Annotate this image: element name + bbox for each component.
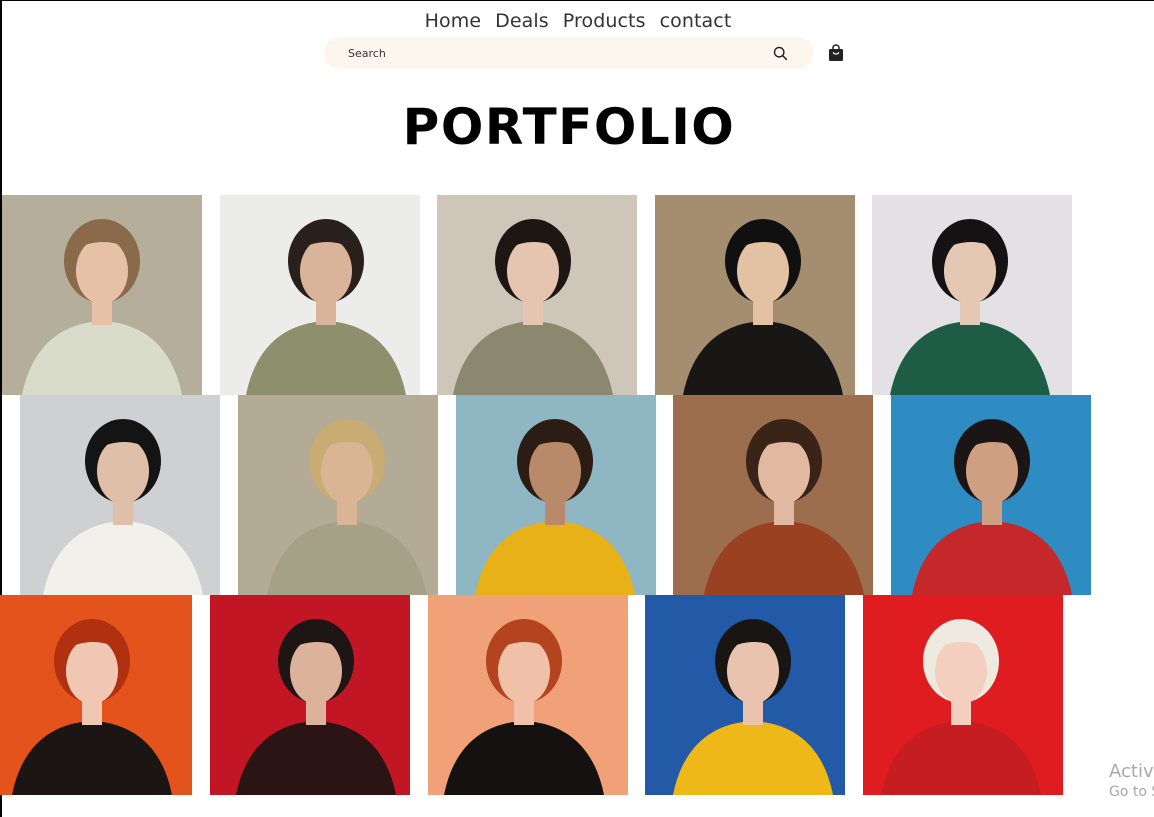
photo-face — [737, 238, 789, 304]
photo-face — [66, 638, 118, 704]
nav-products-link[interactable]: Products — [563, 10, 646, 32]
photo-face — [300, 238, 352, 304]
photo-face — [97, 438, 149, 504]
portfolio-photo[interactable] — [456, 395, 656, 595]
photo-face — [507, 238, 559, 304]
photo-face — [498, 638, 550, 704]
portfolio-photo[interactable] — [210, 595, 410, 795]
nav-contact-link[interactable]: contact — [660, 10, 732, 32]
portfolio-photo[interactable] — [428, 595, 628, 795]
portrait-image — [220, 195, 420, 395]
portrait-image — [863, 595, 1063, 795]
portfolio-photo[interactable] — [891, 395, 1091, 595]
portfolio-photo[interactable] — [0, 595, 192, 795]
portrait-image — [655, 195, 855, 395]
portfolio-photo[interactable] — [863, 595, 1063, 795]
portfolio-photo[interactable] — [872, 195, 1072, 395]
portrait-image — [891, 395, 1091, 595]
portfolio-photo[interactable] — [220, 195, 420, 395]
photo-face — [935, 638, 987, 704]
photo-face — [727, 638, 779, 704]
portrait-image — [673, 395, 873, 595]
nav-deals-link[interactable]: Deals — [495, 10, 549, 32]
shopping-bag-icon — [829, 44, 843, 61]
photo-face — [944, 238, 996, 304]
window-top-border — [0, 0, 1154, 1]
portfolio-photo[interactable] — [673, 395, 873, 595]
portrait-image — [428, 595, 628, 795]
search-button[interactable] — [770, 43, 790, 63]
portfolio-photo[interactable] — [645, 595, 845, 795]
portfolio-photo[interactable] — [2, 195, 202, 395]
photo-face — [529, 438, 581, 504]
cart-button[interactable] — [828, 44, 844, 62]
portfolio-photo[interactable] — [655, 195, 855, 395]
portrait-image — [437, 195, 637, 395]
photo-face — [758, 438, 810, 504]
portrait-image — [210, 595, 410, 795]
portfolio-photo[interactable] — [238, 395, 438, 595]
photo-face — [966, 438, 1018, 504]
portrait-image — [456, 395, 656, 595]
photo-face — [321, 438, 373, 504]
portfolio-photo[interactable] — [20, 395, 220, 595]
portrait-image — [2, 195, 202, 395]
nav-home-link[interactable]: Home — [425, 10, 482, 32]
watermark-line-1: Activ — [1109, 761, 1154, 782]
page-title: PORTFOLIO — [402, 98, 736, 156]
portrait-image — [238, 395, 438, 595]
portrait-image — [20, 395, 220, 595]
search-input[interactable] — [348, 37, 768, 69]
search-bar — [324, 37, 814, 69]
top-navigation: Home Deals Products contact — [0, 6, 1154, 36]
portrait-image — [645, 595, 845, 795]
photo-face — [290, 638, 342, 704]
watermark-line-2: Go to S — [1109, 784, 1154, 800]
windows-activation-watermark: Activ Go to S — [1109, 761, 1154, 800]
portfolio-photo[interactable] — [437, 195, 637, 395]
portrait-image — [872, 195, 1072, 395]
portrait-image — [0, 595, 192, 795]
photo-face — [76, 238, 128, 304]
search-icon — [773, 46, 787, 60]
